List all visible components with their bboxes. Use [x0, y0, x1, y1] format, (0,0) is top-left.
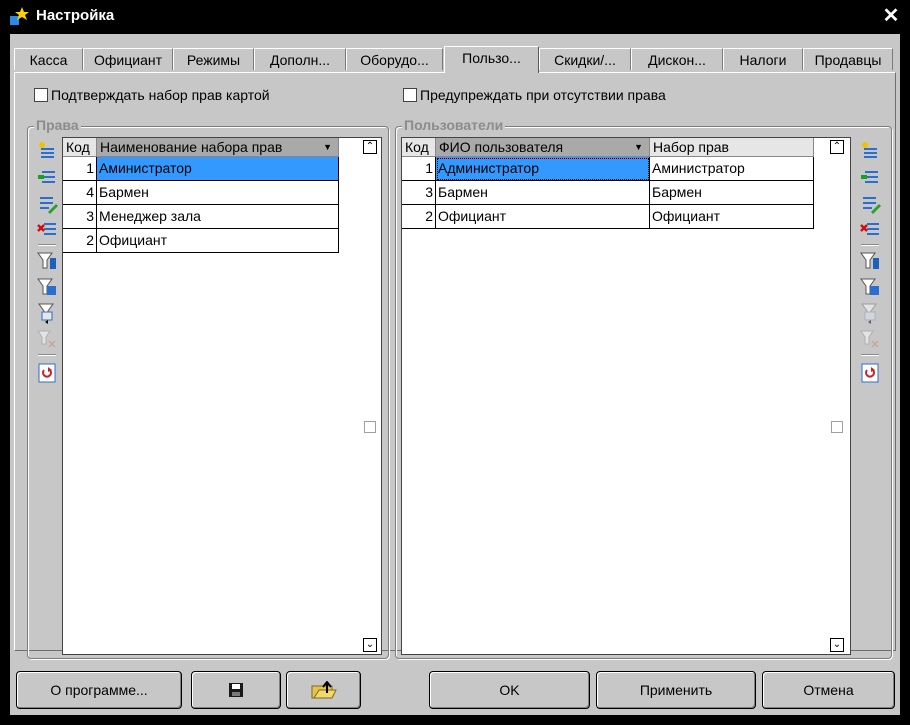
checkbox-label: Предупреждать при отсутствии права: [420, 87, 666, 103]
scroll-up-button[interactable]: ⌃: [363, 140, 377, 154]
table-row-code[interactable]: 2: [63, 229, 97, 253]
toolbar-separator: [38, 244, 56, 246]
sort-down-icon: ▼: [323, 142, 332, 152]
tab-discount-cards[interactable]: Дискон...: [631, 48, 723, 70]
toolbar-separator: [38, 354, 56, 356]
copy-filter-icon[interactable]: [859, 302, 881, 324]
tab-discounts[interactable]: Скидки/...: [539, 48, 631, 70]
tab-additional[interactable]: Дополн...: [254, 48, 346, 70]
tab-modes[interactable]: Режимы: [173, 48, 254, 70]
clear-filter-icon[interactable]: [36, 328, 58, 350]
col-header-code[interactable]: Код: [63, 138, 97, 157]
table-row-code[interactable]: 3: [402, 181, 436, 205]
header-label: Наименование набора прав: [100, 139, 283, 155]
table-row-name[interactable]: Менеджер зала: [97, 205, 339, 229]
settings-window: Настройка ✕ Касса Официант Режимы Дополн…: [0, 0, 910, 725]
col-header-code[interactable]: Код: [402, 138, 436, 157]
col-header-rights-set[interactable]: Набор прав: [650, 138, 814, 157]
refresh-icon[interactable]: [859, 362, 881, 384]
tab-kassa[interactable]: Касса: [14, 48, 83, 70]
toolbar-separator: [861, 244, 879, 246]
rights-grid[interactable]: Код Наименование набора прав ▼ 1 Аминист…: [62, 137, 382, 655]
table-row-code[interactable]: 3: [63, 205, 97, 229]
scroll-thumb[interactable]: [831, 421, 843, 433]
col-header-rights-name[interactable]: Наименование набора прав ▼: [97, 138, 339, 157]
open-folder-icon: [311, 681, 337, 699]
checkbox-box[interactable]: [403, 88, 417, 102]
filter-form-icon[interactable]: [859, 276, 881, 298]
warn-missing-right-checkbox[interactable]: Предупреждать при отсутствии права: [403, 87, 666, 103]
load-button[interactable]: [286, 671, 361, 709]
filter-form-icon[interactable]: [36, 276, 58, 298]
tab-users[interactable]: Пользо...: [444, 46, 539, 73]
add-record-icon[interactable]: [859, 140, 881, 162]
table-row-user-name[interactable]: Официант: [436, 205, 650, 229]
delete-record-icon[interactable]: [859, 218, 881, 240]
col-header-user-name[interactable]: ФИО пользователя ▼: [436, 138, 650, 157]
checkbox-label: Подтверждать набор прав картой: [51, 87, 270, 103]
table-row-name[interactable]: Официант: [97, 229, 339, 253]
apply-button[interactable]: Применить: [596, 671, 756, 709]
edit-record-icon[interactable]: [36, 192, 58, 214]
table-row-code[interactable]: 1: [402, 157, 436, 181]
confirm-rights-by-card-checkbox[interactable]: Подтверждать набор прав картой: [34, 87, 270, 103]
edit-record-icon[interactable]: [859, 192, 881, 214]
save-button[interactable]: [191, 671, 281, 709]
rights-group-title: Права: [34, 117, 81, 133]
scroll-down-button[interactable]: ⌄: [363, 638, 377, 652]
table-row-name[interactable]: Бармен: [97, 181, 339, 205]
users-grid[interactable]: Код ФИО пользователя ▼ Набор прав 1 Адми…: [401, 137, 851, 655]
tab-equipment[interactable]: Оборудо...: [346, 48, 443, 70]
table-row-code[interactable]: 1: [63, 157, 97, 181]
rights-toolbar: [36, 140, 60, 460]
table-row-name[interactable]: Аминистратор: [97, 157, 339, 181]
refresh-icon[interactable]: [36, 362, 58, 384]
table-row-user-name[interactable]: Администратор: [436, 157, 650, 181]
close-button[interactable]: ✕: [880, 5, 902, 27]
tab-taxes[interactable]: Налоги: [723, 48, 803, 70]
table-row-rights-set[interactable]: Аминистратор: [650, 157, 814, 181]
table-row-user-name[interactable]: Бармен: [436, 181, 650, 205]
table-row-rights-set[interactable]: Бармен: [650, 181, 814, 205]
table-row-rights-set[interactable]: Официант: [650, 205, 814, 229]
header-label: ФИО пользователя: [439, 139, 564, 155]
table-row-code[interactable]: 4: [63, 181, 97, 205]
table-row-code[interactable]: 2: [402, 205, 436, 229]
clear-filter-icon[interactable]: [859, 328, 881, 350]
tab-strip: Касса Официант Режимы Дополн... Оборудо.…: [14, 46, 898, 73]
copy-filter-icon[interactable]: [36, 302, 58, 324]
filter-icon[interactable]: [859, 250, 881, 272]
users-group-title: Пользователи: [402, 117, 506, 133]
users-toolbar: [859, 140, 883, 460]
insert-record-icon[interactable]: [36, 166, 58, 188]
sort-down-icon: ▼: [634, 142, 643, 152]
ok-button[interactable]: OK: [429, 671, 590, 709]
add-record-icon[interactable]: [36, 140, 58, 162]
floppy-disk-icon: [229, 683, 243, 697]
about-button[interactable]: О программе...: [16, 671, 182, 709]
scroll-down-button[interactable]: ⌄: [830, 638, 844, 652]
checkbox-box[interactable]: [34, 88, 48, 102]
dialog-client-area: Касса Официант Режимы Дополн... Оборудо.…: [10, 34, 900, 715]
delete-record-icon[interactable]: [36, 218, 58, 240]
title-bar: Настройка ✕: [0, 0, 910, 34]
scroll-thumb[interactable]: [364, 421, 376, 433]
window-title: Настройка: [36, 7, 115, 24]
tab-sellers[interactable]: Продавцы: [803, 48, 893, 70]
scroll-up-button[interactable]: ⌃: [830, 140, 844, 154]
cancel-button[interactable]: Отмена: [762, 671, 895, 709]
toolbar-separator: [861, 354, 879, 356]
tab-waiter[interactable]: Официант: [83, 48, 173, 70]
filter-icon[interactable]: [36, 250, 58, 272]
insert-record-icon[interactable]: [859, 166, 881, 188]
app-icon: [10, 7, 29, 25]
